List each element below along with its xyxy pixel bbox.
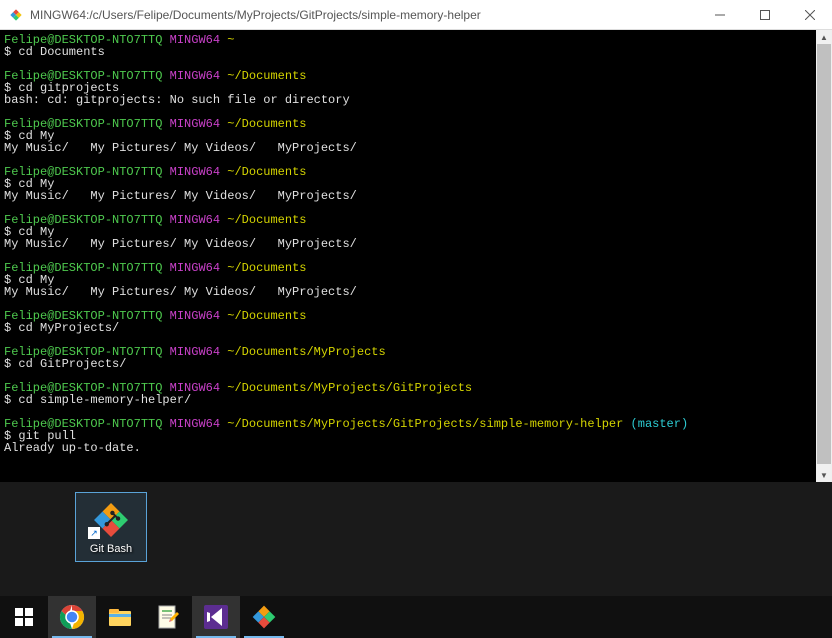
scroll-up-arrow[interactable]: ▲ (816, 30, 832, 44)
shortcut-label: Git Bash (90, 543, 132, 555)
scroll-down-arrow[interactable]: ▼ (816, 468, 832, 482)
close-button[interactable] (787, 0, 832, 29)
taskbar-visualstudio[interactable] (192, 596, 240, 638)
terminal-body: Felipe@DESKTOP-NTO7TTQ MINGW64 ~$ cd Doc… (0, 30, 832, 482)
minimize-button[interactable] (697, 0, 742, 29)
terminal-output[interactable]: Felipe@DESKTOP-NTO7TTQ MINGW64 ~$ cd Doc… (0, 30, 816, 482)
taskbar-notepad[interactable] (144, 596, 192, 638)
window-title: MINGW64:/c/Users/Felipe/Documents/MyProj… (30, 8, 697, 22)
gitbash-shortcut[interactable]: ↗ Git Bash (75, 492, 147, 562)
scrollbar[interactable]: ▲ ▼ (816, 30, 832, 482)
shortcut-overlay-icon: ↗ (88, 527, 100, 539)
maximize-button[interactable] (742, 0, 787, 29)
taskbar-gitbash[interactable] (240, 596, 288, 638)
scrollbar-thumb[interactable] (817, 44, 831, 464)
taskbar-chrome[interactable] (48, 596, 96, 638)
titlebar[interactable]: MINGW64:/c/Users/Felipe/Documents/MyProj… (0, 0, 832, 30)
desktop[interactable]: ↗ Git Bash (0, 482, 832, 596)
taskbar-explorer[interactable] (96, 596, 144, 638)
start-button[interactable] (0, 596, 48, 638)
window-controls (697, 0, 832, 29)
taskbar (0, 596, 832, 638)
terminal-window: MINGW64:/c/Users/Felipe/Documents/MyProj… (0, 0, 832, 482)
app-icon (8, 7, 24, 23)
